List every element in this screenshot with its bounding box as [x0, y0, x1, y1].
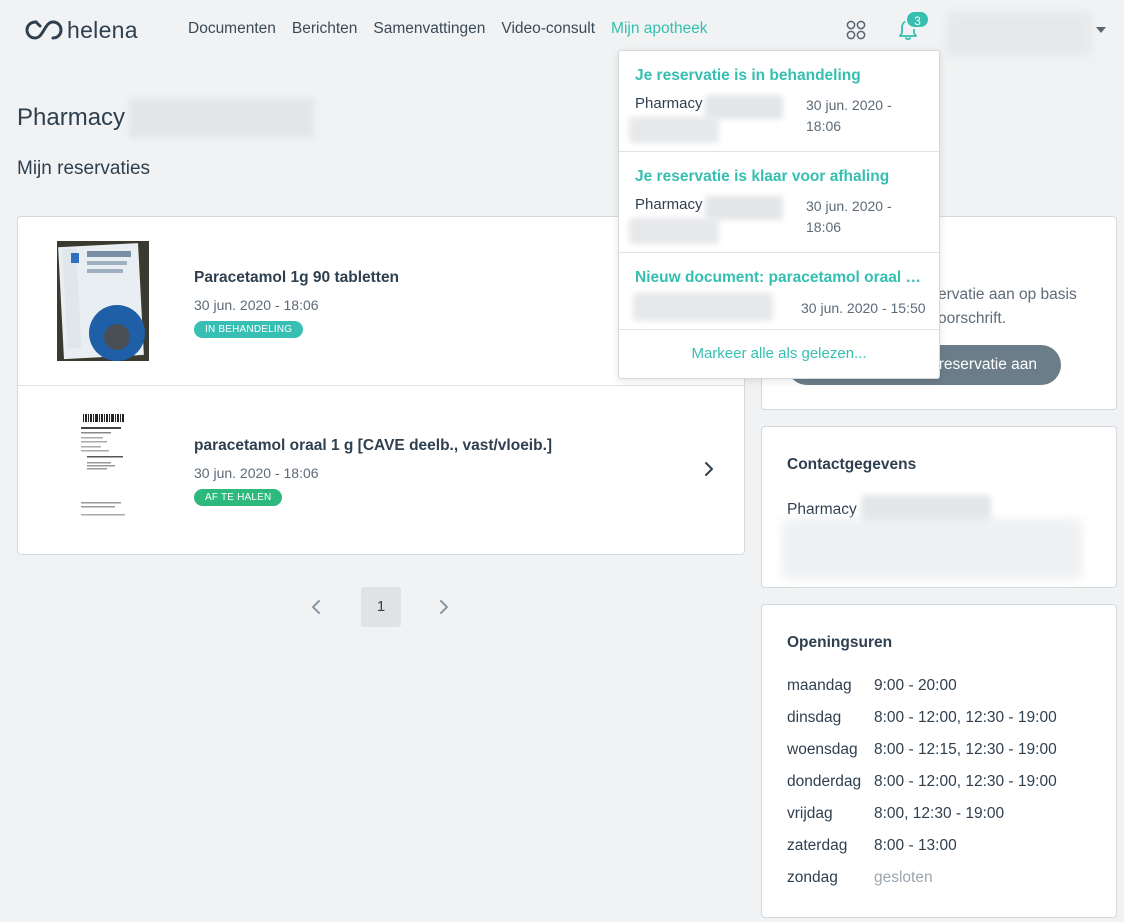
page-title: Pharmacy — [17, 98, 315, 138]
hours-day: vrijdag — [787, 805, 833, 822]
hours-day: zaterdag — [787, 837, 848, 854]
reservation-name: paracetamol oraal 1 g [CAVE deelb., vast… — [194, 437, 553, 454]
chevron-right-icon[interactable] — [703, 461, 715, 477]
contact-card: Contactgegevens Pharmacy — [761, 426, 1117, 588]
hours-day: maandag — [787, 677, 852, 694]
contact-name-text: Pharmacy — [787, 501, 857, 518]
section-title: Mijn reservaties — [17, 158, 151, 179]
hours-row: zondag gesloten — [787, 869, 933, 887]
nav-link-samenvattingen[interactable]: Samenvattingen — [373, 20, 485, 38]
chevron-down-icon[interactable] — [1096, 27, 1106, 33]
helena-logo-icon — [25, 20, 63, 40]
notification-date: 30 jun. 2020 - 18:06 — [806, 198, 892, 235]
hours-day: dinsdag — [787, 709, 842, 726]
hours-time: 8:00 - 12:00, 12:30 - 19:00 — [874, 709, 1057, 726]
user-menu[interactable] — [947, 12, 1091, 56]
status-badge: IN BEHANDELING — [194, 321, 304, 338]
redacted-sender-line — [629, 117, 719, 143]
apps-grid-icon[interactable] — [845, 19, 867, 41]
new-reservation-text-line-2: oorschrift. — [938, 310, 1007, 327]
status-badge: AF TE HALEN — [194, 489, 283, 506]
prescription-document-thumbnail — [57, 410, 149, 530]
notification-date: 30 jun. 2020 - 15:50 — [801, 300, 926, 316]
redacted-contact-details — [782, 519, 1082, 579]
hours-day: donderdag — [787, 773, 862, 790]
hours-time: 9:00 - 20:00 — [874, 677, 957, 694]
pagination-page-button[interactable]: 1 — [361, 587, 401, 627]
mark-all-read-link[interactable]: Markeer alle als gelezen... — [619, 345, 939, 362]
hours-time: 8:00 - 12:00, 12:30 - 19:00 — [874, 773, 1057, 790]
notification-item[interactable]: Nieuw document: paracetamol oraal 1... 3… — [619, 253, 939, 330]
redacted-pharmacy-name — [129, 98, 315, 138]
hours-time: 8:00 - 12:15, 12:30 - 19:00 — [874, 741, 1057, 758]
notification-dropdown: Je reservatie is in behandeling Pharmacy… — [618, 50, 940, 379]
contact-title: Contactgegevens — [787, 456, 917, 473]
hours-row: maandag 9:00 - 20:00 — [787, 677, 957, 695]
notification-sender: Pharmacy — [635, 196, 783, 220]
nav-link-mijn-apotheek[interactable]: Mijn apotheek — [611, 20, 708, 38]
new-reservation-text-line-1: ervatie aan op basis — [938, 286, 1077, 303]
hours-day: zondag — [787, 869, 838, 886]
notification-count-badge: 3 — [905, 10, 930, 29]
reservation-date: 30 jun. 2020 - 18:06 — [194, 465, 319, 481]
medicine-box-photo — [57, 241, 149, 361]
logo[interactable]: helena — [24, 16, 138, 44]
main-nav: Documenten Berichten Samenvattingen Vide… — [188, 20, 708, 38]
notification-title: Nieuw document: paracetamol oraal 1... — [635, 269, 925, 286]
pagination-prev-icon[interactable] — [310, 599, 322, 615]
nav-link-documenten[interactable]: Documenten — [188, 20, 276, 38]
hours-row: dinsdag 8:00 - 12:00, 12:30 - 19:00 — [787, 709, 1057, 727]
top-navigation: helena Documenten Berichten Samenvatting… — [0, 0, 1124, 60]
hours-row: donderdag 8:00 - 12:00, 12:30 - 19:00 — [787, 773, 1057, 791]
reservation-date: 30 jun. 2020 - 18:06 — [194, 297, 319, 313]
hours-row: vrijdag 8:00, 12:30 - 19:00 — [787, 805, 1004, 823]
redacted-sender-line — [633, 293, 773, 321]
reservation-item[interactable]: paracetamol oraal 1 g [CAVE deelb., vast… — [18, 386, 744, 554]
notification-sender: Pharmacy — [635, 95, 783, 119]
redacted-sender-line — [629, 218, 719, 244]
nav-link-berichten[interactable]: Berichten — [292, 20, 357, 38]
opening-hours-card: Openingsuren maandag 9:00 - 20:00 dinsda… — [761, 604, 1117, 918]
notification-item[interactable]: Je reservatie is in behandeling Pharmacy… — [619, 51, 939, 152]
notification-title: Je reservatie is in behandeling — [635, 67, 861, 84]
opening-hours-title: Openingsuren — [787, 634, 893, 651]
hours-time: 8:00 - 13:00 — [874, 837, 957, 854]
notification-date: 30 jun. 2020 - 18:06 — [806, 97, 892, 134]
hours-row: zaterdag 8:00 - 13:00 — [787, 837, 957, 855]
reservation-name: Paracetamol 1g 90 tabletten — [194, 269, 400, 286]
notification-title: Je reservatie is klaar voor afhaling — [635, 168, 890, 185]
notification-sender-text: Pharmacy — [635, 196, 703, 213]
hours-row: woensdag 8:00 - 12:15, 12:30 - 19:00 — [787, 741, 1057, 759]
pharmacy-title-text: Pharmacy — [17, 104, 126, 131]
hours-time: 8:00, 12:30 - 19:00 — [874, 805, 1005, 822]
notification-item[interactable]: Je reservatie is klaar voor afhaling Pha… — [619, 152, 939, 253]
redacted-sender-name — [704, 95, 783, 119]
hours-time: gesloten — [874, 869, 933, 886]
logo-text: helena — [67, 16, 138, 43]
redacted-sender-name — [704, 196, 783, 220]
pagination-next-icon[interactable] — [438, 599, 450, 615]
nav-link-video-consult[interactable]: Video-consult — [501, 20, 595, 38]
notification-sender-text: Pharmacy — [635, 95, 703, 112]
hours-day: woensdag — [787, 741, 858, 758]
